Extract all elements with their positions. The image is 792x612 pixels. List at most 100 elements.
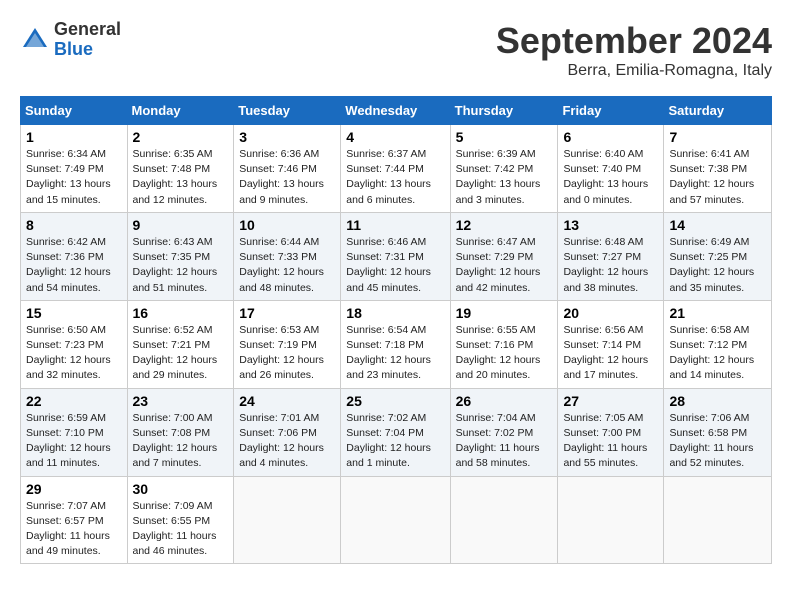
day-info: Sunrise: 6:47 AM Sunset: 7:29 PM Dayligh… [456,235,553,296]
calendar-cell: 10 Sunrise: 6:44 AM Sunset: 7:33 PM Dayli… [234,212,341,300]
calendar-cell: 30 Sunrise: 7:09 AM Sunset: 6:55 PM Dayli… [127,476,234,564]
calendar-cell: 12 Sunrise: 6:47 AM Sunset: 7:29 PM Dayli… [450,212,558,300]
day-number: 18 [346,305,444,321]
calendar-cell: 1 Sunrise: 6:34 AM Sunset: 7:49 PM Daylig… [21,125,128,213]
calendar-cell: 11Sunrise: 6:46 AM Sunset: 7:31 PM Dayli… [341,212,450,300]
day-info: Sunrise: 6:39 AM Sunset: 7:42 PM Dayligh… [456,147,553,208]
day-number: 12 [456,217,553,233]
day-number: 26 [456,393,553,409]
logo: General Blue [20,20,121,60]
day-info: Sunrise: 7:01 AM Sunset: 7:06 PM Dayligh… [239,411,335,472]
day-number: 29 [26,481,122,497]
day-info: Sunrise: 6:56 AM Sunset: 7:14 PM Dayligh… [563,323,658,384]
weekday-header-row: SundayMondayTuesdayWednesdayThursdayFrid… [21,97,772,125]
weekday-header-thursday: Thursday [450,97,558,125]
day-number: 27 [563,393,658,409]
day-info: Sunrise: 6:43 AM Sunset: 7:35 PM Dayligh… [133,235,229,296]
day-number: 6 [563,129,658,145]
logo-general: General [54,20,121,40]
calendar-cell: 26Sunrise: 7:04 AM Sunset: 7:02 PM Dayli… [450,388,558,476]
day-info: Sunrise: 6:49 AM Sunset: 7:25 PM Dayligh… [669,235,766,296]
day-number: 7 [669,129,766,145]
calendar-cell: 21 Sunrise: 6:58 AM Sunset: 7:12 PM Dayli… [664,300,772,388]
day-number: 21 [669,305,766,321]
day-info: Sunrise: 7:02 AM Sunset: 7:04 PM Dayligh… [346,411,444,472]
day-number: 28 [669,393,766,409]
day-number: 14 [669,217,766,233]
weekday-header-saturday: Saturday [664,97,772,125]
calendar-cell: 14 Sunrise: 6:49 AM Sunset: 7:25 PM Dayli… [664,212,772,300]
calendar-cell: 25 Sunrise: 7:02 AM Sunset: 7:04 PM Dayli… [341,388,450,476]
week-row-5: 29Sunrise: 7:07 AM Sunset: 6:57 PM Dayli… [21,476,772,564]
calendar-cell: 8 Sunrise: 6:42 AM Sunset: 7:36 PM Daylig… [21,212,128,300]
calendar-cell: 20 Sunrise: 6:56 AM Sunset: 7:14 PM Dayli… [558,300,664,388]
day-info: Sunrise: 7:05 AM Sunset: 7:00 PM Dayligh… [563,411,658,472]
weekday-header-wednesday: Wednesday [341,97,450,125]
weekday-header-monday: Monday [127,97,234,125]
day-info: Sunrise: 6:36 AM Sunset: 7:46 PM Dayligh… [239,147,335,208]
calendar-cell: 27 Sunrise: 7:05 AM Sunset: 7:00 PM Dayli… [558,388,664,476]
day-info: Sunrise: 6:40 AM Sunset: 7:40 PM Dayligh… [563,147,658,208]
day-info: Sunrise: 6:37 AM Sunset: 7:44 PM Dayligh… [346,147,444,208]
calendar-cell [234,476,341,564]
day-info: Sunrise: 6:44 AM Sunset: 7:33 PM Dayligh… [239,235,335,296]
weekday-header-tuesday: Tuesday [234,97,341,125]
day-number: 2 [133,129,229,145]
day-info: Sunrise: 6:34 AM Sunset: 7:49 PM Dayligh… [26,147,122,208]
day-number: 30 [133,481,229,497]
calendar-cell: 18Sunrise: 6:54 AM Sunset: 7:18 PM Dayli… [341,300,450,388]
day-number: 20 [563,305,658,321]
calendar-cell: 3Sunrise: 6:36 AM Sunset: 7:46 PM Daylig… [234,125,341,213]
calendar-cell: 9 Sunrise: 6:43 AM Sunset: 7:35 PM Daylig… [127,212,234,300]
calendar-cell: 22Sunrise: 6:59 AM Sunset: 7:10 PM Dayli… [21,388,128,476]
month-title: September 2024 [496,20,772,62]
day-info: Sunrise: 6:41 AM Sunset: 7:38 PM Dayligh… [669,147,766,208]
logo-blue: Blue [54,40,121,60]
day-number: 4 [346,129,444,145]
day-info: Sunrise: 6:48 AM Sunset: 7:27 PM Dayligh… [563,235,658,296]
week-row-4: 22Sunrise: 6:59 AM Sunset: 7:10 PM Dayli… [21,388,772,476]
calendar-cell: 29Sunrise: 7:07 AM Sunset: 6:57 PM Dayli… [21,476,128,564]
weekday-header-sunday: Sunday [21,97,128,125]
calendar-cell: 24 Sunrise: 7:01 AM Sunset: 7:06 PM Dayli… [234,388,341,476]
page-header: General Blue September 2024 Berra, Emili… [20,20,772,80]
day-number: 15 [26,305,122,321]
day-number: 11 [346,217,444,233]
day-info: Sunrise: 6:50 AM Sunset: 7:23 PM Dayligh… [26,323,122,384]
calendar-cell: 17 Sunrise: 6:53 AM Sunset: 7:19 PM Dayli… [234,300,341,388]
day-number: 5 [456,129,553,145]
calendar-cell [450,476,558,564]
weekday-header-friday: Friday [558,97,664,125]
day-number: 9 [133,217,229,233]
day-number: 8 [26,217,122,233]
day-info: Sunrise: 6:58 AM Sunset: 7:12 PM Dayligh… [669,323,766,384]
calendar-cell: 28 Sunrise: 7:06 AM Sunset: 6:58 PM Dayli… [664,388,772,476]
day-number: 25 [346,393,444,409]
day-info: Sunrise: 7:06 AM Sunset: 6:58 PM Dayligh… [669,411,766,472]
day-info: Sunrise: 6:53 AM Sunset: 7:19 PM Dayligh… [239,323,335,384]
day-number: 10 [239,217,335,233]
day-number: 1 [26,129,122,145]
calendar-cell [664,476,772,564]
day-info: Sunrise: 6:55 AM Sunset: 7:16 PM Dayligh… [456,323,553,384]
day-number: 16 [133,305,229,321]
calendar-cell: 7 Sunrise: 6:41 AM Sunset: 7:38 PM Daylig… [664,125,772,213]
day-number: 17 [239,305,335,321]
day-number: 19 [456,305,553,321]
day-info: Sunrise: 7:00 AM Sunset: 7:08 PM Dayligh… [133,411,229,472]
day-info: Sunrise: 6:52 AM Sunset: 7:21 PM Dayligh… [133,323,229,384]
calendar-cell: 13Sunrise: 6:48 AM Sunset: 7:27 PM Dayli… [558,212,664,300]
calendar-cell: 5 Sunrise: 6:39 AM Sunset: 7:42 PM Daylig… [450,125,558,213]
calendar-cell: 6 Sunrise: 6:40 AM Sunset: 7:40 PM Daylig… [558,125,664,213]
calendar-cell: 4 Sunrise: 6:37 AM Sunset: 7:44 PM Daylig… [341,125,450,213]
day-number: 23 [133,393,229,409]
calendar-cell: 23 Sunrise: 7:00 AM Sunset: 7:08 PM Dayli… [127,388,234,476]
day-info: Sunrise: 7:09 AM Sunset: 6:55 PM Dayligh… [133,499,229,560]
calendar-cell: 19 Sunrise: 6:55 AM Sunset: 7:16 PM Dayli… [450,300,558,388]
day-number: 22 [26,393,122,409]
day-number: 24 [239,393,335,409]
calendar-cell: 16 Sunrise: 6:52 AM Sunset: 7:21 PM Dayli… [127,300,234,388]
week-row-2: 8 Sunrise: 6:42 AM Sunset: 7:36 PM Daylig… [21,212,772,300]
week-row-3: 15 Sunrise: 6:50 AM Sunset: 7:23 PM Dayli… [21,300,772,388]
day-info: Sunrise: 6:42 AM Sunset: 7:36 PM Dayligh… [26,235,122,296]
